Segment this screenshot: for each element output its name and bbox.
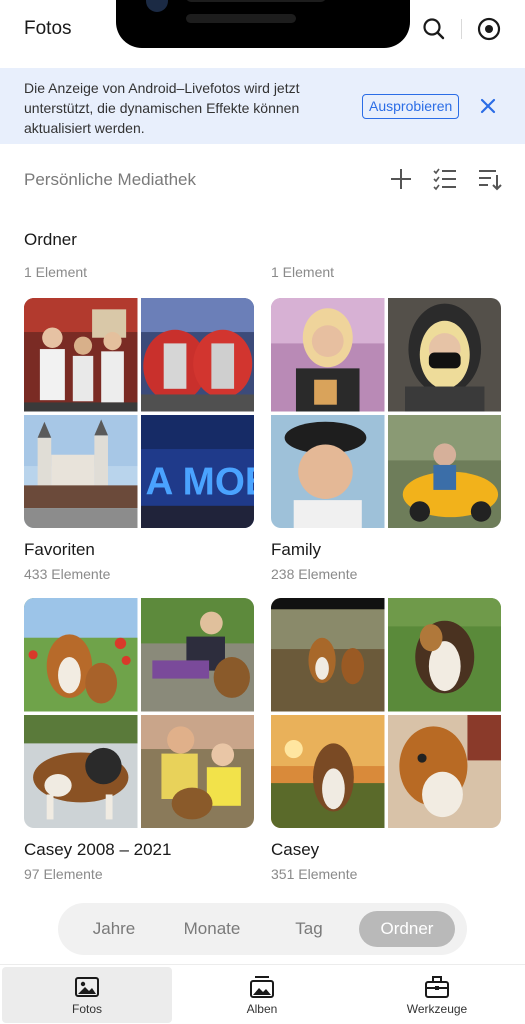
photo-thumbnail bbox=[271, 598, 385, 712]
target-icon[interactable] bbox=[476, 16, 502, 42]
view-months[interactable]: Monate bbox=[164, 911, 260, 947]
album-name: Casey bbox=[271, 840, 320, 859]
photo-thumbnail bbox=[140, 714, 254, 828]
nav-tools[interactable]: Werkzeuge bbox=[352, 967, 522, 1023]
albums-icon bbox=[250, 976, 274, 998]
live-photos-banner: Die Anzeige von Android–Livefotos wird j… bbox=[0, 68, 525, 144]
album-count: 433 Elemente bbox=[24, 566, 111, 582]
photo-thumbnail bbox=[271, 414, 385, 528]
toolbox-icon bbox=[425, 976, 449, 998]
album-thumbnail-grid bbox=[24, 598, 254, 828]
checklist-icon[interactable] bbox=[432, 166, 458, 192]
album-count: 97 Elemente bbox=[24, 866, 103, 882]
app-title: Fotos bbox=[24, 18, 72, 39]
photo-thumbnail bbox=[24, 714, 138, 828]
photo-thumbnail bbox=[387, 714, 501, 828]
svg-text:A MOB: A MOB bbox=[145, 460, 254, 503]
photo-thumbnail bbox=[140, 298, 254, 412]
camera-notch bbox=[116, 0, 410, 48]
photo-thumbnail bbox=[387, 414, 501, 528]
view-years[interactable]: Jahre bbox=[66, 911, 162, 947]
view-day[interactable]: Tag bbox=[261, 911, 357, 947]
search-icon[interactable] bbox=[421, 16, 447, 42]
top-left-count: 1 Element bbox=[24, 264, 88, 280]
sort-icon[interactable] bbox=[476, 166, 502, 192]
album-count: 351 Elemente bbox=[271, 866, 358, 882]
album-thumbnail-grid bbox=[271, 598, 501, 828]
bottom-nav: Fotos Alben Werkzeuge bbox=[0, 964, 525, 1024]
folders-title: Ordner bbox=[24, 230, 77, 249]
photo-thumbnail bbox=[271, 714, 385, 828]
app-header: Fotos bbox=[0, 0, 525, 68]
album-casey-2008-2021[interactable]: Casey 2008 – 2021 97 Elemente bbox=[24, 598, 254, 882]
try-button[interactable]: Ausprobieren bbox=[362, 94, 460, 119]
plus-icon[interactable] bbox=[388, 166, 414, 192]
album-casey[interactable]: Casey 351 Elemente bbox=[271, 598, 501, 882]
photo-thumbnail: A MOB bbox=[140, 414, 254, 528]
library-title: Persönliche Mediathek bbox=[24, 170, 196, 189]
photo-thumbnail bbox=[387, 598, 501, 712]
photo-thumbnail bbox=[24, 298, 138, 412]
close-icon[interactable] bbox=[478, 96, 498, 116]
album-family[interactable]: Family 238 Elemente bbox=[271, 298, 501, 582]
photo-thumbnail bbox=[387, 298, 501, 412]
album-favoriten[interactable]: A MOB Favoriten 433 Elemente bbox=[24, 298, 254, 582]
photo-thumbnail bbox=[271, 298, 385, 412]
album-name: Favoriten bbox=[24, 540, 95, 559]
nav-label: Fotos bbox=[71, 1002, 102, 1016]
photo-icon bbox=[75, 977, 99, 997]
album-count: 238 Elemente bbox=[271, 566, 358, 582]
album-name: Family bbox=[271, 540, 322, 559]
photo-thumbnail bbox=[24, 414, 138, 528]
top-right-count: 1 Element bbox=[271, 264, 335, 280]
nav-albums[interactable]: Alben bbox=[177, 967, 347, 1023]
nav-photos[interactable]: Fotos bbox=[2, 967, 172, 1023]
photo-thumbnail bbox=[24, 598, 138, 712]
album-name: Casey 2008 – 2021 bbox=[24, 840, 172, 859]
view-switch: Jahre Monate Tag Ordner bbox=[58, 903, 467, 955]
nav-label: Werkzeuge bbox=[406, 1002, 468, 1016]
album-thumbnail-grid bbox=[271, 298, 501, 528]
view-folders[interactable]: Ordner bbox=[359, 911, 455, 947]
banner-text: Die Anzeige von Android–Livefotos wird j… bbox=[24, 80, 300, 136]
nav-label: Alben bbox=[246, 1002, 278, 1016]
header-divider bbox=[461, 19, 462, 39]
album-thumbnail-grid: A MOB bbox=[24, 298, 254, 528]
photo-thumbnail bbox=[140, 598, 254, 712]
